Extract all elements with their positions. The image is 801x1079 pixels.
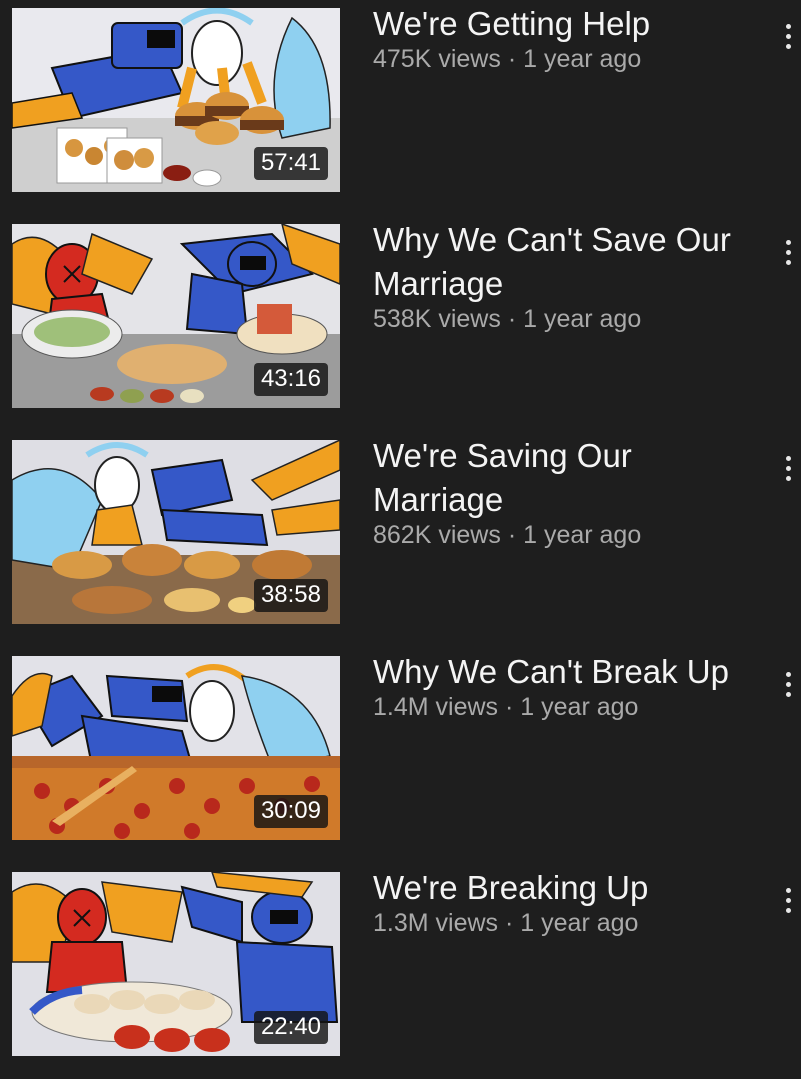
- upload-age: 1 year ago: [523, 45, 642, 73]
- meta-separator: ·: [507, 305, 517, 333]
- upload-age: 1 year ago: [523, 305, 642, 333]
- more-vert-icon[interactable]: [778, 450, 798, 486]
- view-count: 862K views: [373, 521, 501, 549]
- video-thumbnail[interactable]: 57:41: [12, 8, 340, 192]
- video-duration: 43:16: [253, 363, 328, 396]
- video-thumbnail[interactable]: 43:16: [12, 224, 340, 408]
- view-count: 1.3M views: [373, 909, 499, 937]
- video-details: We're Getting Help 475K views · 1 year a…: [373, 2, 763, 74]
- video-metadata: 538K views · 1 year ago: [373, 304, 763, 334]
- video-thumbnail[interactable]: 38:58: [12, 440, 340, 624]
- video-duration: 30:09: [253, 795, 328, 828]
- upload-age: 1 year ago: [523, 521, 642, 549]
- video-item[interactable]: 38:58 We're Saving Our Marriage 862K vie…: [0, 437, 801, 640]
- more-vert-icon[interactable]: [778, 234, 798, 270]
- view-count: 475K views: [373, 45, 501, 73]
- video-item[interactable]: 22:40 We're Breaking Up 1.3M views · 1 y…: [0, 869, 801, 1072]
- video-details: Why We Can't Break Up 1.4M views · 1 yea…: [373, 650, 763, 722]
- video-item[interactable]: 30:09 Why We Can't Break Up 1.4M views ·…: [0, 653, 801, 856]
- meta-separator: ·: [505, 693, 514, 721]
- meta-separator: ·: [507, 45, 517, 73]
- meta-separator: ·: [507, 521, 517, 549]
- video-metadata: 1.3M views · 1 year ago: [373, 908, 763, 938]
- video-title[interactable]: We're Saving Our Marriage: [373, 434, 763, 522]
- upload-age: 1 year ago: [520, 909, 639, 937]
- video-duration: 22:40: [253, 1011, 328, 1044]
- more-vert-icon[interactable]: [778, 18, 798, 54]
- video-thumbnail[interactable]: 22:40: [12, 872, 340, 1056]
- video-title[interactable]: Why We Can't Break Up: [373, 650, 763, 694]
- video-details: Why We Can't Save Our Marriage 538K view…: [373, 218, 763, 334]
- video-duration: 57:41: [253, 147, 328, 180]
- view-count: 538K views: [373, 305, 501, 333]
- video-item[interactable]: 57:41 We're Getting Help 475K views · 1 …: [0, 5, 801, 208]
- video-metadata: 475K views · 1 year ago: [373, 44, 763, 74]
- video-thumbnail[interactable]: 30:09: [12, 656, 340, 840]
- video-metadata: 862K views · 1 year ago: [373, 520, 763, 550]
- video-metadata: 1.4M views · 1 year ago: [373, 692, 763, 722]
- video-list: 57:41 We're Getting Help 475K views · 1 …: [0, 0, 801, 1079]
- more-vert-icon[interactable]: [778, 666, 798, 702]
- upload-age: 1 year ago: [520, 693, 639, 721]
- view-count: 1.4M views: [373, 693, 499, 721]
- video-item[interactable]: 43:16 Why We Can't Save Our Marriage 538…: [0, 221, 801, 424]
- video-duration: 38:58: [253, 579, 328, 612]
- video-title[interactable]: Why We Can't Save Our Marriage: [373, 218, 763, 306]
- video-title[interactable]: We're Breaking Up: [373, 866, 763, 910]
- video-details: We're Breaking Up 1.3M views · 1 year ag…: [373, 866, 763, 938]
- video-title[interactable]: We're Getting Help: [373, 2, 763, 46]
- meta-separator: ·: [505, 909, 514, 937]
- video-details: We're Saving Our Marriage 862K views · 1…: [373, 434, 763, 550]
- more-vert-icon[interactable]: [778, 882, 798, 918]
